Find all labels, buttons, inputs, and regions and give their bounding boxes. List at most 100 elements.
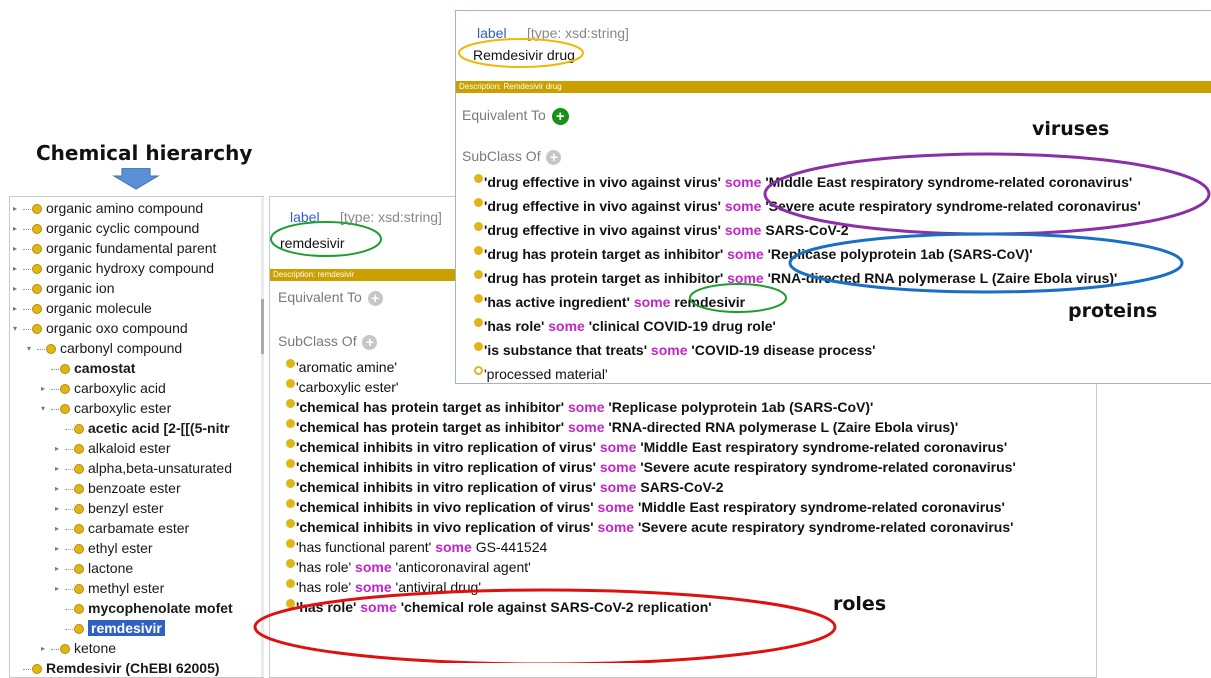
axiom-row[interactable]: 'is substance that treats' some 'COVID-1… <box>474 340 875 360</box>
class-icon <box>74 464 84 475</box>
tree-node-label: organic amino compound <box>46 200 204 216</box>
tree-node[interactable]: ▸ ketone <box>41 638 116 658</box>
tree-node[interactable]: ▸ methyl ester <box>55 578 164 598</box>
tree-node[interactable]: ▸ organic hydroxy compound <box>13 258 214 278</box>
class-icon <box>60 384 70 395</box>
axiom-row[interactable]: 'drug has protein target as inhibitor' s… <box>474 244 1033 264</box>
axiom-row[interactable]: 'aromatic amine' <box>286 357 397 377</box>
tree-connector <box>65 588 73 590</box>
axiom-row[interactable]: 'has functional parent' some GS-441524 <box>286 537 547 557</box>
axiom-row[interactable]: 'has role' some 'clinical COVID-19 drug … <box>474 316 776 336</box>
axiom-property: 'has role' <box>296 579 352 595</box>
label-type: [type: xsd:string] <box>340 209 442 225</box>
expand-triangle-icon[interactable]: ▸ <box>55 539 65 559</box>
axiom-row[interactable]: 'drug effective in vivo against virus' s… <box>474 220 849 240</box>
axiom-row[interactable]: 'has active ingredient' some remdesivir <box>474 292 745 312</box>
axiom-row[interactable]: 'chemical inhibits in vitro replication … <box>286 477 724 497</box>
axiom-property: 'chemical has protein target as inhibito… <box>296 399 565 415</box>
roles-callout: roles <box>833 593 887 615</box>
collapse-triangle-icon[interactable]: ▾ <box>13 319 23 339</box>
tree-node[interactable]: ▸ ethyl ester <box>55 538 153 558</box>
axiom-row[interactable]: 'chemical has protein target as inhibito… <box>286 397 873 417</box>
collapse-triangle-icon[interactable]: ▾ <box>27 339 37 359</box>
class-icon <box>474 270 483 279</box>
tree-node[interactable]: ▾ organic oxo compound <box>13 318 188 338</box>
class-icon <box>286 479 295 488</box>
tree-node[interactable]: acetic acid [2-[[(5-nitr <box>55 418 230 438</box>
class-icon <box>74 564 84 575</box>
tree-scrollbar-thumb[interactable] <box>261 299 264 354</box>
axiom-filler: remdesivir <box>674 294 746 310</box>
collapse-triangle-icon[interactable]: ▾ <box>41 399 51 419</box>
expand-triangle-icon[interactable]: ▸ <box>13 239 23 259</box>
expand-triangle-icon[interactable]: ▸ <box>55 519 65 539</box>
tree-node[interactable]: ▸ organic cyclic compound <box>13 218 199 238</box>
axiom-row[interactable]: 'carboxylic ester' <box>286 377 399 397</box>
axiom-row[interactable]: 'processed material' <box>474 364 608 383</box>
tree-scrollbar[interactable] <box>261 197 264 677</box>
axiom-row[interactable]: 'chemical inhibits in vitro replication … <box>286 437 1007 457</box>
tree-node[interactable]: ▸ benzyl ester <box>55 498 163 518</box>
tree-node[interactable]: camostat <box>41 358 135 378</box>
axiom-row[interactable]: 'chemical inhibits in vivo replication o… <box>286 517 1013 537</box>
expand-triangle-icon[interactable]: ▸ <box>41 379 51 399</box>
tree-node-label: lactone <box>88 560 134 576</box>
tree-node[interactable]: ▸ organic molecule <box>13 298 152 318</box>
expand-triangle-icon[interactable]: ▸ <box>55 439 65 459</box>
tree-connector <box>51 388 59 390</box>
equivalent-to-title: Equivalent To <box>278 289 362 305</box>
axiom-keyword: some <box>593 519 638 535</box>
add-superclass-icon[interactable]: + <box>362 334 378 350</box>
add-superclass-icon[interactable]: + <box>546 149 562 165</box>
class-icon <box>286 499 295 508</box>
add-equivalent-icon[interactable]: + <box>551 107 569 125</box>
axiom-filler: 'Replicase polyprotein 1ab (SARS-CoV)' <box>608 399 874 415</box>
tree-node[interactable]: ▸ organic amino compound <box>13 198 203 218</box>
axiom-filler: 'RNA-directed RNA polymerase L (Zaire Eb… <box>608 419 959 435</box>
tree-node[interactable]: ▸ lactone <box>55 558 133 578</box>
expand-triangle-icon[interactable]: ▸ <box>55 459 65 479</box>
axiom-property: 'drug effective in vivo against virus' <box>484 222 721 238</box>
description-bar: Description: Remdesivir drug <box>456 81 1211 93</box>
axiom-filler: 'chemical role against SARS-CoV-2 replic… <box>400 599 712 615</box>
expand-triangle-icon[interactable]: ▸ <box>41 639 51 659</box>
tree-node[interactable]: ▾ carbonyl compound <box>27 338 182 358</box>
label-annotation-key[interactable]: label <box>477 25 507 41</box>
tree-node[interactable]: ▸ organic fundamental parent <box>13 238 216 258</box>
tree-node[interactable]: ▸ organic ion <box>13 278 115 298</box>
tree-node[interactable]: ▾ carboxylic ester <box>41 398 171 418</box>
expand-triangle-icon[interactable]: ▸ <box>13 279 23 299</box>
tree-node[interactable]: ▸ alkaloid ester <box>55 438 171 458</box>
axiom-row[interactable]: 'drug effective in vivo against virus' s… <box>474 172 1132 192</box>
expand-triangle-icon[interactable]: ▸ <box>13 219 23 239</box>
tree-node[interactable]: ▸ benzoate ester <box>55 478 181 498</box>
expand-triangle-icon[interactable]: ▸ <box>55 579 65 599</box>
tree-node-selected[interactable]: remdesivir <box>55 618 165 638</box>
axiom-row[interactable]: 'has role' some 'antiviral drug' <box>286 577 481 597</box>
add-equivalent-icon[interactable]: + <box>367 290 383 306</box>
tree-connector <box>65 488 73 490</box>
axiom-row[interactable]: 'chemical inhibits in vivo replication o… <box>286 497 1005 517</box>
tree-node[interactable]: ▸ alpha,beta-unsaturated <box>55 458 232 478</box>
axiom-row[interactable]: 'has role' some 'chemical role against S… <box>286 597 712 617</box>
axiom-row[interactable]: 'drug has protein target as inhibitor' s… <box>474 268 1117 288</box>
tree-node[interactable]: Remdesivir (ChEBI 62005) <box>13 658 220 677</box>
tree-node[interactable]: ▸ carboxylic acid <box>41 378 166 398</box>
class-hierarchy-tree[interactable]: ▸ organic amino compound ▸ organic cyclic c… <box>9 196 264 678</box>
axiom-property: 'drug has protein target as inhibitor' <box>484 270 724 286</box>
label-annotation-key[interactable]: label <box>290 209 320 225</box>
viruses-callout: viruses <box>1032 118 1110 140</box>
tree-node[interactable]: ▸ carbamate ester <box>55 518 189 538</box>
axiom-row[interactable]: 'has role' some 'anticoronaviral agent' <box>286 557 531 577</box>
tree-node[interactable]: mycophenolate mofet <box>55 598 233 618</box>
axiom-row[interactable]: 'drug effective in vivo against virus' s… <box>474 196 1141 216</box>
expand-triangle-icon[interactable]: ▸ <box>13 299 23 319</box>
axiom-row[interactable]: 'chemical inhibits in vitro replication … <box>286 457 1016 477</box>
expand-triangle-icon[interactable]: ▸ <box>13 199 23 219</box>
expand-triangle-icon[interactable]: ▸ <box>55 479 65 499</box>
axiom-row[interactable]: 'chemical has protein target as inhibito… <box>286 417 958 437</box>
expand-triangle-icon[interactable]: ▸ <box>13 259 23 279</box>
expand-triangle-icon[interactable]: ▸ <box>55 559 65 579</box>
expand-triangle-icon[interactable]: ▸ <box>55 499 65 519</box>
class-icon <box>32 244 42 255</box>
